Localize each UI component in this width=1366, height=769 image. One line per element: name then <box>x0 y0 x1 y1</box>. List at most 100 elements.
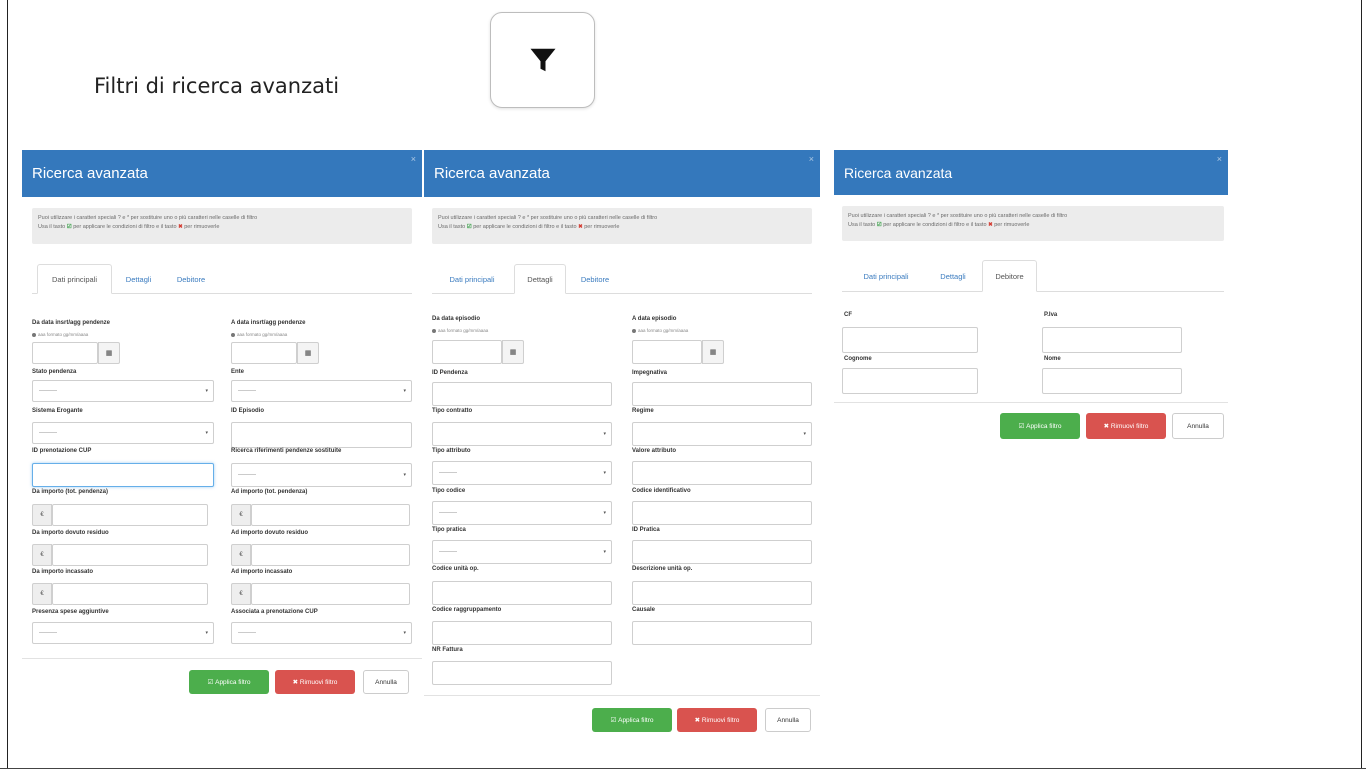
panel-title: Ricerca avanzata <box>434 165 550 182</box>
tipo-pratica-select[interactable]: --------- ▾ <box>432 540 612 564</box>
piva-input[interactable] <box>1042 327 1182 353</box>
tab-main[interactable]: Dati principali <box>846 260 926 292</box>
regime-select[interactable]: ▾ <box>632 422 812 446</box>
episodio-label: ID Episodio <box>231 408 264 414</box>
currency-addon: € <box>231 583 251 605</box>
tab-bar: Dati principali Dettagli Debitore <box>32 264 412 294</box>
cognome-input[interactable] <box>842 368 978 394</box>
causale-input[interactable] <box>632 621 812 645</box>
from-date-label: Da data insrt/agg pendenze <box>32 320 111 326</box>
tab-details[interactable]: Dettagli <box>928 260 978 292</box>
info-line-2c: per rimuoverle <box>184 224 220 230</box>
from-date-input[interactable] <box>432 340 502 364</box>
stato-select[interactable]: --------- ▾ <box>32 380 214 402</box>
ad-residuo-input[interactable] <box>251 544 410 566</box>
spese-label: Presenza spese aggiuntive <box>32 609 109 615</box>
impegnativa-input[interactable] <box>632 382 812 406</box>
prenotazione-label: ID prenotazione CUP <box>32 448 92 454</box>
close-icon[interactable]: × <box>809 154 814 164</box>
descrizione-unita-label: Descrizione unità op. <box>632 566 693 572</box>
cancel-button[interactable]: Annulla <box>363 670 409 694</box>
tab-details[interactable]: Dettagli <box>116 264 161 294</box>
da-incassato-input[interactable] <box>52 583 208 605</box>
info-line-2a: Usa il tasto <box>848 222 876 228</box>
id-pendenza-input[interactable] <box>432 382 612 406</box>
panel-header: Ricerca avanzata × <box>424 150 820 197</box>
apply-filter-button[interactable]: ☑ Applica filtro <box>592 708 672 732</box>
nome-input[interactable] <box>1042 368 1182 394</box>
cancel-button[interactable]: Annulla <box>1172 413 1224 439</box>
ad-residuo-label: Ad importo dovuto residuo <box>231 530 308 536</box>
spese-select[interactable]: --------- ▾ <box>32 622 214 644</box>
stato-label: Stato pendenza <box>32 369 77 375</box>
nr-fattura-input[interactable] <box>432 661 612 685</box>
tipo-contratto-label: Tipo contratto <box>432 408 473 414</box>
sistema-select[interactable]: --------- ▾ <box>32 422 214 444</box>
remove-x-icon: ✖ <box>988 222 993 228</box>
ad-importo-input[interactable] <box>251 504 410 526</box>
apply-check-icon: ☑ <box>876 222 882 228</box>
id-pendenza-label: ID Pendenza <box>432 370 468 376</box>
remove-filter-button[interactable]: ✖ Rimuovi filtro <box>275 670 355 694</box>
descrizione-unita-input[interactable] <box>632 581 812 605</box>
footer-divider <box>424 695 820 696</box>
da-importo-input[interactable] <box>52 504 208 526</box>
codice-ragg-input[interactable] <box>432 621 612 645</box>
nome-label: Nome <box>1044 356 1061 362</box>
from-date-input[interactable] <box>32 342 98 364</box>
calendar-icon[interactable]: ▦ <box>502 340 524 364</box>
info-line-1: Puoi utilizzare i caratteri speciali ? e… <box>438 215 658 221</box>
info-box: Puoi utilizzare i caratteri speciali ? e… <box>842 206 1224 241</box>
tab-debtor[interactable]: Debitore <box>570 264 620 294</box>
piva-label: P.Iva <box>1044 312 1058 318</box>
ad-incassato-input[interactable] <box>251 583 410 605</box>
info-line-2c: per rimuoverle <box>584 224 620 230</box>
tipo-attributo-select[interactable]: --------- ▾ <box>432 461 612 485</box>
prenotazione-input[interactable] <box>32 463 214 487</box>
cf-input[interactable] <box>842 327 978 353</box>
tipo-pratica-label: Tipo pratica <box>432 527 466 533</box>
associata-select[interactable]: --------- ▾ <box>231 622 412 644</box>
tipo-contratto-select[interactable]: ▾ <box>432 422 612 446</box>
to-date-input[interactable] <box>632 340 702 364</box>
calendar-icon[interactable]: ▦ <box>98 342 120 364</box>
codice-unita-input[interactable] <box>432 581 612 605</box>
tipo-codice-select[interactable]: --------- ▾ <box>432 501 612 525</box>
id-pratica-label: ID Pratica <box>632 527 660 533</box>
remove-filter-button[interactable]: ✖ Rimuovi filtro <box>1086 413 1166 439</box>
tab-details[interactable]: Dettagli <box>514 264 566 294</box>
to-date-input[interactable] <box>231 342 297 364</box>
ricerca-rif-select[interactable]: --------- ▾ <box>231 463 412 487</box>
chevron-down-icon: ▾ <box>205 630 208 636</box>
codice-identificativo-input[interactable] <box>632 501 812 525</box>
id-pratica-input[interactable] <box>632 540 812 564</box>
tipo-attributo-label: Tipo attributo <box>432 448 471 454</box>
close-icon[interactable]: × <box>411 154 416 164</box>
filter-button[interactable] <box>490 12 595 108</box>
tab-main[interactable]: Dati principali <box>37 264 112 294</box>
tab-main[interactable]: Dati principali <box>434 264 510 294</box>
apply-filter-button[interactable]: ☑ Applica filtro <box>189 670 269 694</box>
to-date-label: A data insrt/agg pendenze <box>231 320 306 326</box>
remove-filter-button[interactable]: ✖ Rimuovi filtro <box>677 708 757 732</box>
calendar-icon[interactable]: ▦ <box>297 342 319 364</box>
calendar-icon[interactable]: ▦ <box>702 340 724 364</box>
close-icon[interactable]: × <box>1217 154 1222 164</box>
tab-debtor[interactable]: Debitore <box>982 260 1037 292</box>
tab-debtor[interactable]: Debitore <box>166 264 216 294</box>
da-residuo-input[interactable] <box>52 544 208 566</box>
panel-header: Ricerca avanzata × <box>834 150 1228 195</box>
valore-attributo-input[interactable] <box>632 461 812 485</box>
info-line-2b: per applicare le condizioni di filtro e … <box>883 222 987 228</box>
cancel-button[interactable]: Annulla <box>765 708 811 732</box>
info-box: Puoi utilizzare i caratteri speciali ? e… <box>32 208 412 244</box>
chevron-down-icon: ▾ <box>803 431 806 437</box>
remove-x-icon: ✖ <box>578 224 583 230</box>
panel-header: Ricerca avanzata × <box>22 150 422 197</box>
ente-select[interactable]: --------- ▾ <box>231 380 412 402</box>
to-date-hint: aaa formato gg/mm/aaaa <box>231 332 287 337</box>
ad-incassato-label: Ad importo incassato <box>231 569 293 575</box>
episodio-input[interactable] <box>231 422 412 448</box>
currency-addon: € <box>231 504 251 526</box>
apply-filter-button[interactable]: ☑ Applica filtro <box>1000 413 1080 439</box>
